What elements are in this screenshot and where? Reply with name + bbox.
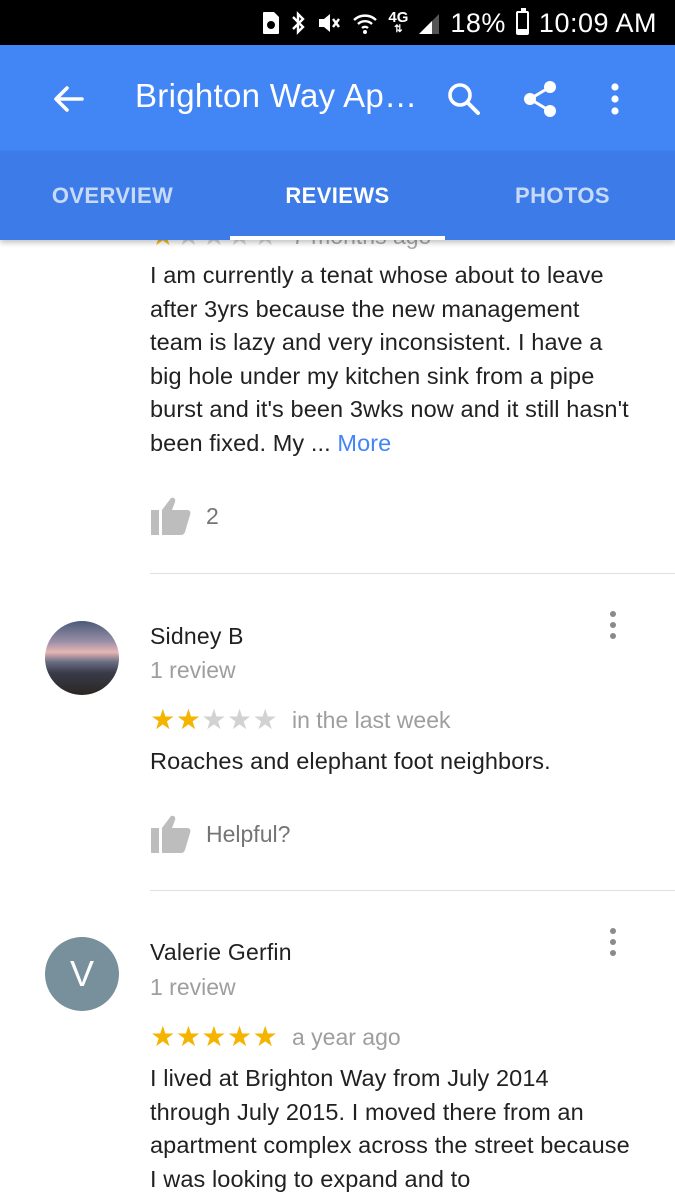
more-vert-icon <box>610 928 616 934</box>
review-rating-row: ★ ★ ★ ★ ★ in the last week <box>150 706 451 734</box>
signal-icon <box>418 8 440 38</box>
avatar[interactable] <box>45 621 119 695</box>
star-empty-icon: ★ <box>227 240 253 250</box>
tab-photos[interactable]: PHOTOS <box>450 151 675 240</box>
star-rating: ★★★★★ <box>150 706 278 734</box>
more-link[interactable]: More <box>337 430 391 456</box>
star-filled-icon: ★ <box>201 1021 227 1052</box>
review-text: Roaches and elephant foot neighbors. <box>150 748 551 774</box>
review-more-button[interactable] <box>601 926 625 958</box>
star-filled-icon: ★ <box>252 1021 278 1052</box>
review-text: I am currently a tenat whose about to le… <box>150 259 630 461</box>
star-filled-icon: ★ <box>227 1021 253 1052</box>
like-button[interactable]: 2 <box>150 496 219 536</box>
avatar-letter: V <box>69 953 94 994</box>
review-time: in the last week <box>291 706 451 733</box>
divider <box>150 573 675 574</box>
sim-icon <box>262 8 280 38</box>
tab-bar: OVERVIEW REVIEWS PHOTOS <box>0 151 675 240</box>
battery-icon <box>515 8 529 38</box>
share-icon <box>524 81 556 117</box>
review-text-body: I am currently a tenat whose about to le… <box>150 262 629 456</box>
search-icon <box>448 83 480 115</box>
battery-percent: 18% <box>450 7 506 38</box>
star-empty-icon: ★ <box>252 240 278 250</box>
avatar[interactable]: V <box>45 937 119 1011</box>
review-count: 1 review <box>150 974 236 1000</box>
thumb-up-icon <box>151 815 191 853</box>
app-bar: Brighton Way Apartments <box>0 45 675 151</box>
status-bar: 4G ⇅ 18% 10:09 AM <box>0 0 675 45</box>
review-time: a year ago <box>291 1023 401 1050</box>
star-empty-icon: ★ <box>227 704 253 735</box>
bluetooth-icon <box>290 8 306 38</box>
back-button[interactable] <box>44 75 92 123</box>
thumb-up-icon <box>151 497 191 535</box>
star-rating: ★★★★★ <box>150 1023 278 1051</box>
helpful-label: Helpful? <box>206 820 291 847</box>
more-vert-icon <box>611 83 619 115</box>
battery-level <box>517 29 527 33</box>
star-empty-icon: ★ <box>176 240 202 250</box>
more-vert-icon <box>610 611 616 617</box>
share-button[interactable] <box>514 73 566 125</box>
reviews-list[interactable]: ★★★★★ 7 months ago I am currently a tena… <box>0 240 675 1200</box>
like-count: 2 <box>206 502 219 529</box>
clock: 10:09 AM <box>538 7 657 38</box>
star-empty-icon: ★ <box>201 704 227 735</box>
mute-icon <box>316 8 342 38</box>
review-rating-row: ★ ★ ★ ★ ★ a year ago <box>150 1023 401 1051</box>
review-rating-row: ★★★★★ 7 months ago <box>150 240 431 250</box>
review-more-button[interactable] <box>601 609 625 641</box>
reviewer-name[interactable]: Valerie Gerfin <box>150 939 292 966</box>
review-count: 1 review <box>150 657 236 683</box>
divider <box>150 890 675 891</box>
star-filled-icon: ★ <box>150 704 176 735</box>
tab-overview[interactable]: OVERVIEW <box>0 151 225 240</box>
more-options-button[interactable] <box>589 73 641 125</box>
star-filled-icon: ★ <box>175 1021 201 1052</box>
place-title: Brighton Way Apartments <box>135 77 427 114</box>
star-filled-icon: ★ <box>150 240 176 250</box>
review-time: 7 months ago <box>292 240 431 250</box>
tab-reviews[interactable]: REVIEWS <box>225 151 450 240</box>
helpful-button[interactable]: Helpful? <box>150 814 290 854</box>
wifi-icon <box>352 8 378 38</box>
star-filled-icon: ★ <box>150 1021 176 1052</box>
network-type: 4G <box>388 9 409 26</box>
star-empty-icon: ★ <box>252 704 278 735</box>
reviewer-name[interactable]: Sidney B <box>150 623 244 650</box>
star-filled-icon: ★ <box>175 704 201 735</box>
review-text: I lived at Brighton Way from July 2014 t… <box>150 1065 630 1192</box>
star-empty-icon: ★ <box>201 240 227 250</box>
star-rating: ★★★★★ <box>150 240 278 250</box>
back-arrow-icon <box>54 86 84 112</box>
lte-icon: 4G ⇅ <box>388 9 409 35</box>
search-button[interactable] <box>438 73 490 125</box>
